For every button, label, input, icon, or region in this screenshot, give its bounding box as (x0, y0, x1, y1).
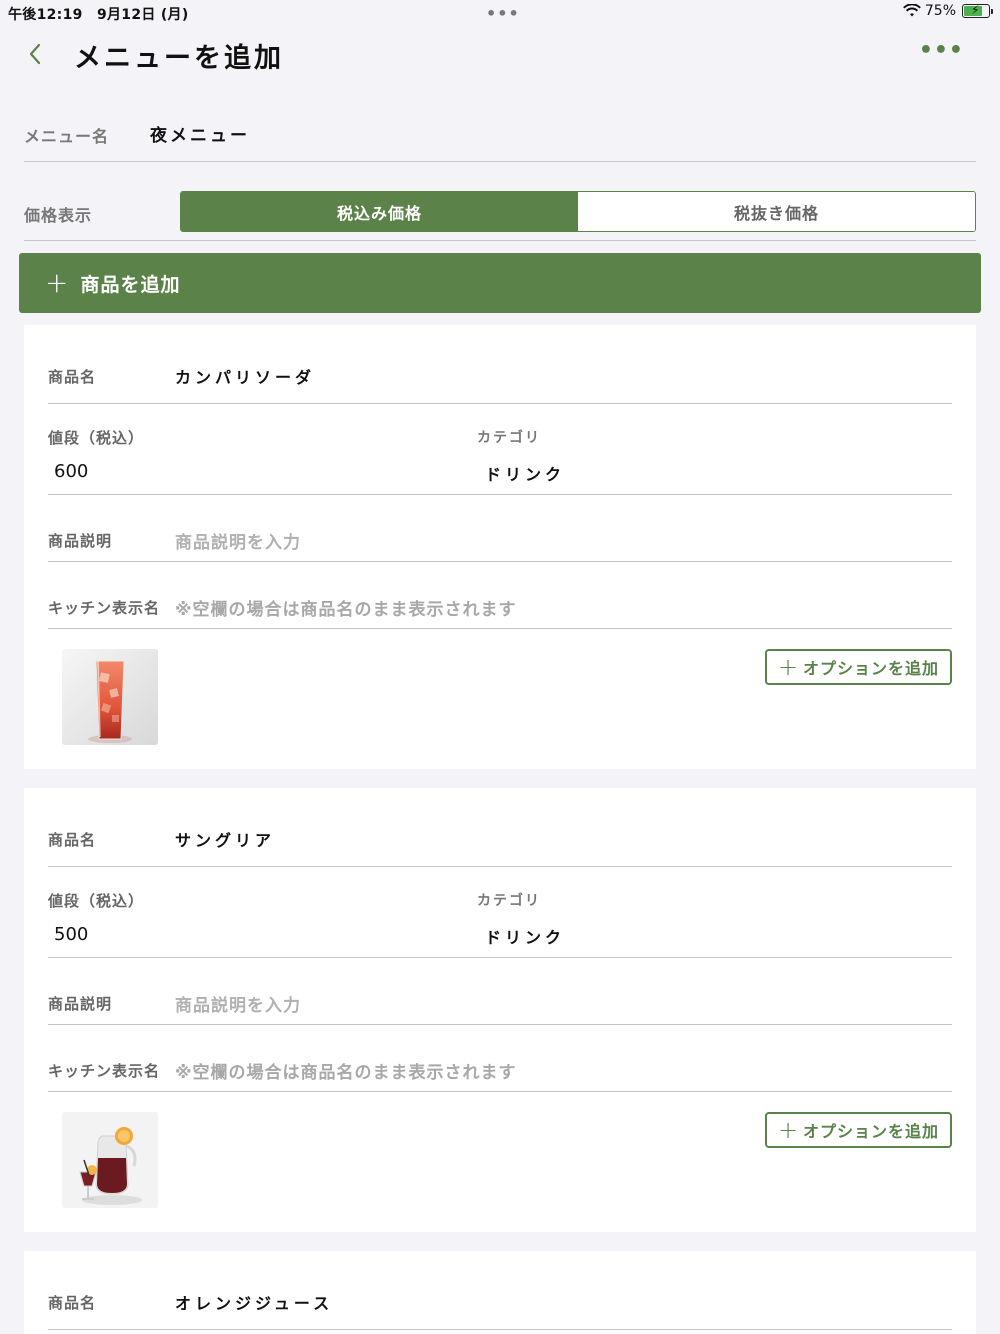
product-card: 商品名 オレンジジュース (24, 1251, 976, 1334)
divider (48, 957, 952, 958)
kitchen-name-label: キッチン表示名 (48, 1062, 161, 1080)
status-time: 午後12:19 9月12日 (月) (8, 7, 189, 23)
divider (48, 403, 952, 404)
divider (48, 866, 952, 867)
price-label: 値段（税込） (48, 429, 145, 447)
tax-included-option[interactable]: 税込み価格 (181, 192, 578, 231)
category-select[interactable]: ドリンク (485, 461, 565, 485)
navigation-bar: メニューを追加 ••• (0, 30, 1000, 78)
product-name-input[interactable]: オレンジジュース (175, 1290, 333, 1314)
divider (24, 161, 976, 162)
plus-icon: + (777, 653, 800, 681)
battery-percent: 75% (924, 3, 956, 19)
menu-name-label: メニュー名 (24, 127, 110, 146)
product-name-input[interactable]: カンパリソーダ (175, 364, 315, 388)
divider (48, 628, 952, 629)
add-option-button[interactable]: + オプションを追加 (765, 1112, 952, 1148)
description-label: 商品説明 (48, 532, 113, 550)
page-title: メニューを追加 (74, 43, 284, 74)
product-name-label: 商品名 (48, 368, 97, 386)
description-input[interactable]: 商品説明を入力 (175, 991, 301, 1016)
kitchen-name-label: キッチン表示名 (48, 599, 161, 617)
tax-excluded-option[interactable]: 税抜き価格 (578, 192, 975, 231)
category-select[interactable]: ドリンク (485, 924, 565, 948)
divider (24, 240, 976, 241)
plus-icon: + (777, 1116, 800, 1144)
add-option-label: オプションを追加 (803, 1122, 940, 1141)
add-product-button[interactable]: + 商品を追加 (19, 253, 981, 313)
category-label: カテゴリ (477, 430, 541, 446)
add-product-label: 商品を追加 (80, 273, 181, 296)
price-display-toggle: 税込み価格 税抜き価格 (180, 191, 976, 232)
description-label: 商品説明 (48, 995, 113, 1013)
price-label: 値段（税込） (48, 892, 145, 910)
divider (48, 1024, 952, 1025)
back-chevron-icon[interactable] (26, 40, 46, 68)
product-card: 商品名 サングリア 値段（税込） カテゴリ 500 ドリンク 商品説明 商品説明… (24, 788, 976, 1232)
status-indicators: 75% ⚡ (902, 3, 993, 19)
sangria-photo-icon (62, 1112, 158, 1208)
campari-soda-photo-icon (62, 649, 158, 745)
product-image[interactable] (62, 649, 158, 745)
product-image[interactable] (62, 1112, 158, 1208)
product-name-input[interactable]: サングリア (175, 827, 275, 851)
more-options-icon[interactable]: ••• (919, 38, 964, 63)
price-display-label: 価格表示 (24, 206, 93, 225)
multitasking-dots-icon[interactable]: ••• (486, 4, 520, 23)
menu-name-input[interactable]: 夜メニュー (150, 121, 250, 146)
kitchen-name-input[interactable]: ※空欄の場合は商品名のまま表示されます (175, 1058, 517, 1083)
kitchen-name-input[interactable]: ※空欄の場合は商品名のまま表示されます (175, 595, 517, 620)
menu-name-row: メニュー名 夜メニュー (24, 118, 976, 148)
divider (48, 1329, 952, 1330)
product-name-label: 商品名 (48, 831, 97, 849)
price-input[interactable]: 500 (54, 924, 88, 945)
divider (48, 494, 952, 495)
add-option-button[interactable]: + オプションを追加 (765, 649, 952, 685)
add-option-label: オプションを追加 (803, 659, 940, 678)
price-input[interactable]: 600 (54, 461, 88, 482)
product-card: 商品名 カンパリソーダ 値段（税込） カテゴリ 600 ドリンク 商品説明 商品… (24, 325, 976, 769)
description-input[interactable]: 商品説明を入力 (175, 528, 301, 553)
divider (48, 1091, 952, 1092)
battery-icon: ⚡ (962, 3, 993, 18)
plus-icon: + (45, 266, 69, 299)
category-label: カテゴリ (477, 893, 541, 909)
product-name-label: 商品名 (48, 1294, 97, 1312)
status-bar: 午後12:19 9月12日 (月) ••• 75% ⚡ (0, 0, 1000, 28)
wifi-icon (902, 4, 921, 17)
divider (48, 561, 952, 562)
